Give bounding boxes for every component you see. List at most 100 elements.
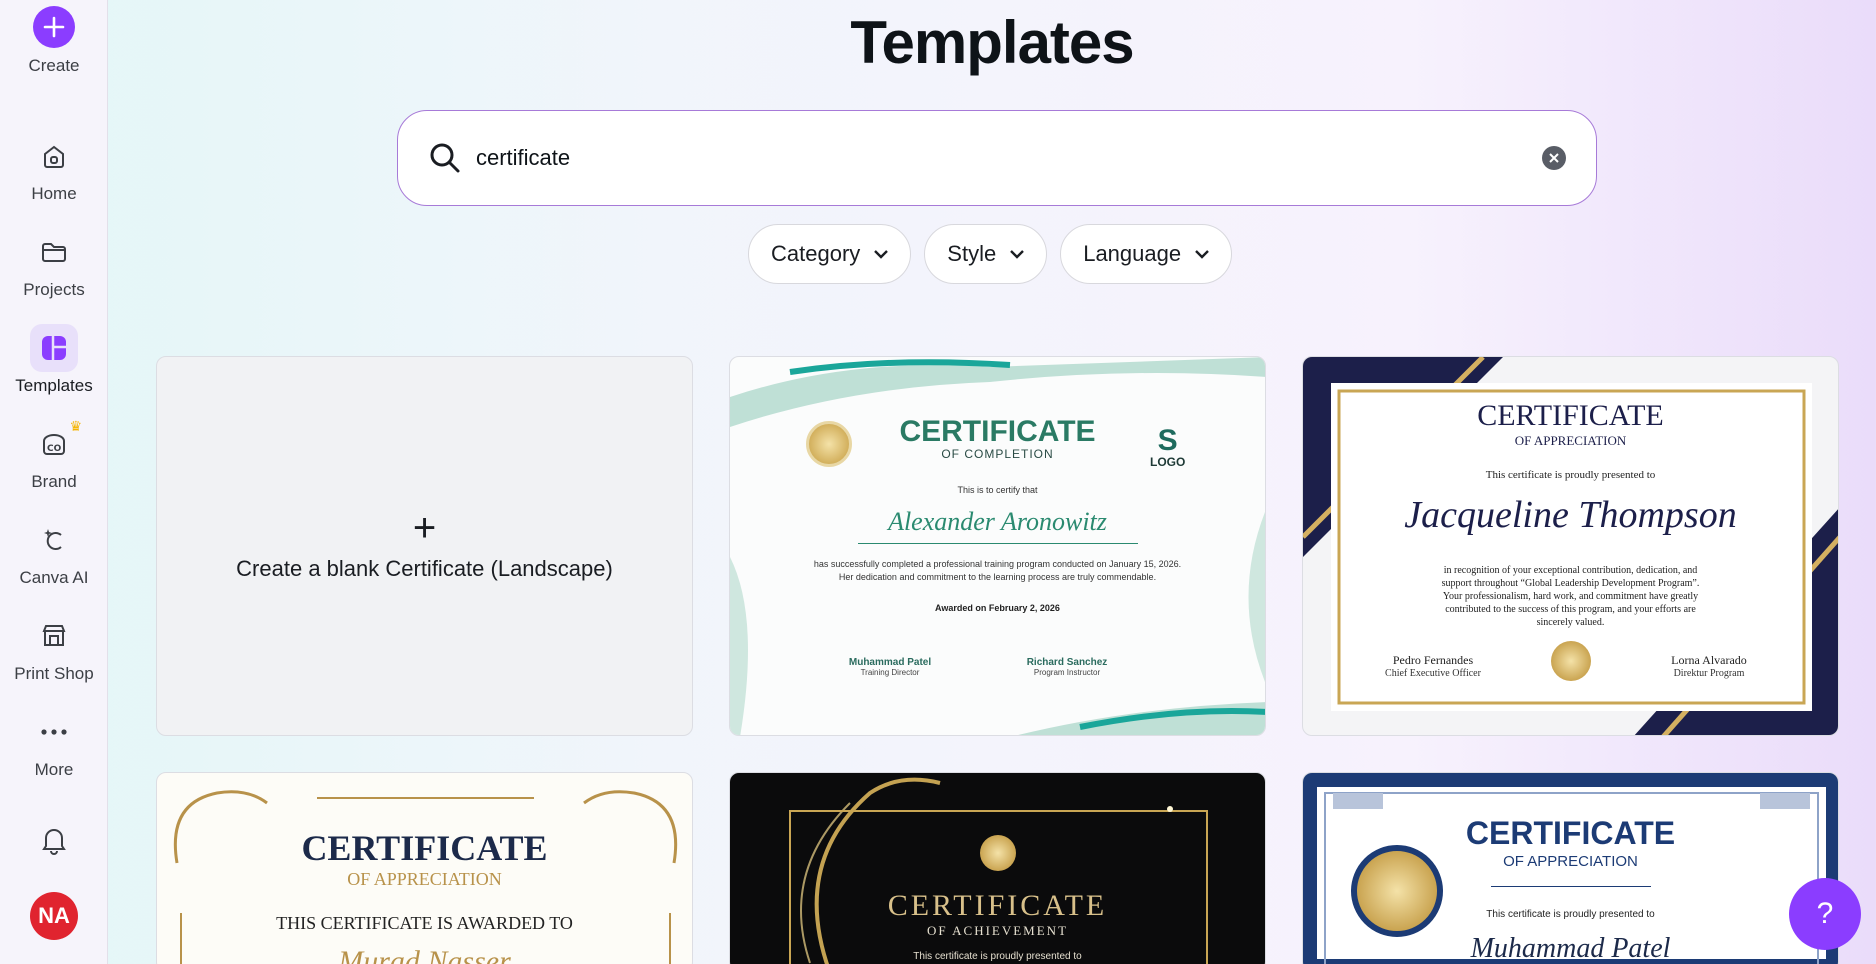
filter-language[interactable]: Language: [1060, 224, 1233, 284]
template-card[interactable]: CERTIFICATE OF APPRECIATION This certifi…: [1302, 772, 1839, 964]
filter-style[interactable]: Style: [924, 224, 1048, 284]
ornament-divider: [1491, 886, 1651, 887]
sidebar-item-label: Templates: [15, 376, 93, 395]
clear-search-button[interactable]: [1542, 146, 1566, 170]
recipient-name: Murad Nasser: [338, 945, 511, 964]
certificate-body-line-4: contributed to the success of this progr…: [1445, 604, 1696, 615]
template-card[interactable]: CERTIFICATE OF APPRECIATION THIS CERTIFI…: [156, 772, 693, 964]
certificate-subtitle: OF APPRECIATION: [347, 869, 502, 889]
logo-mark-icon: S: [1157, 424, 1178, 457]
signature-block-2: Richard Sanchez Program Instructor: [1007, 657, 1127, 677]
filter-label: Category: [771, 241, 861, 266]
certificate-body-line-5: sincerely valued.: [1536, 617, 1605, 628]
signature-name: Lorna Alvarado: [1671, 653, 1747, 667]
brand-icon: CO ♛: [30, 418, 82, 468]
sidebar-item-label: Brand: [31, 472, 77, 491]
awarded-date: Awarded on February 2, 2026: [935, 603, 1060, 613]
certificate-body-line-1: in recognition of your exceptional contr…: [1443, 565, 1698, 576]
filter-label: Language: [1083, 241, 1182, 266]
certificate-subtitle: OF ACHIEVEMENT: [926, 923, 1069, 938]
certificate-body-line-2: support throughout “Global Leadership De…: [1441, 578, 1700, 589]
filter-bar: Category Style Language: [748, 224, 1233, 284]
signature-block-1: Muhammad Patel Training Director: [830, 657, 950, 677]
create-button[interactable]: Create: [0, 6, 108, 76]
certificate-title: CERTIFICATE: [1465, 815, 1676, 851]
sidebar-item-label: Print Shop: [14, 664, 94, 683]
certificate-title: CERTIFICATE: [1477, 399, 1664, 432]
recipient-name: Alexander Aronowitz: [888, 507, 1107, 536]
home-icon: [30, 132, 78, 180]
certificate-intro: This is to certify that: [957, 485, 1038, 495]
certificate-title: CERTIFICATE: [887, 889, 1108, 922]
crown-icon: ♛: [69, 418, 82, 434]
medal-icon: [980, 835, 1016, 871]
sidebar-item-home[interactable]: Home: [0, 132, 108, 204]
signature-name: Muhammad Patel: [848, 657, 932, 668]
sidebar-item-more[interactable]: More: [0, 708, 108, 780]
folder-icon: [30, 228, 78, 276]
close-icon: [1549, 153, 1559, 163]
print-shop-icon: [30, 612, 78, 660]
chevron-down-icon: [1010, 249, 1025, 259]
decorative-waves: [730, 357, 1265, 735]
sidebar-item-label: Home: [31, 184, 77, 203]
templates-icon: [30, 324, 78, 372]
plus-icon: +: [412, 506, 437, 550]
signature-role: Chief Executive Officer: [1385, 668, 1481, 679]
canva-ai-icon: [30, 516, 78, 564]
search-input[interactable]: [476, 145, 1542, 171]
certificate-intro: This certificate is proudly presented to: [1486, 909, 1655, 920]
signature-role: Training Director: [860, 668, 920, 677]
sidebar-item-label: More: [34, 760, 74, 779]
certificate-subtitle: OF APPRECIATION: [1514, 433, 1627, 448]
name-underline: [858, 543, 1138, 544]
chevron-down-icon: [874, 249, 889, 259]
certificate-intro: This certificate is proudly presented to: [1485, 469, 1656, 481]
search-bar: [397, 110, 1597, 206]
signature-block-1: Pedro Fernandes Chief Executive Officer: [1363, 653, 1503, 679]
template-card[interactable]: CERTIFICATE OF COMPLETION S LOGO This is…: [729, 356, 1266, 736]
medal-icon: [1551, 641, 1591, 681]
plus-icon: [33, 6, 75, 48]
notifications-button[interactable]: [0, 816, 108, 864]
chevron-down-icon: [1195, 249, 1209, 259]
filter-label: Style: [947, 241, 997, 266]
page-title: Templates: [850, 9, 1134, 76]
recipient-name: Jacqueline Thompson: [1404, 494, 1737, 536]
signature-name: Pedro Fernandes: [1392, 653, 1474, 667]
template-card[interactable]: CERTIFICATE OF APPRECIATION This certifi…: [1302, 356, 1839, 736]
avatar[interactable]: NA: [30, 892, 78, 940]
sidebar-item-label: Projects: [23, 280, 85, 299]
sidebar-item-templates[interactable]: Templates: [0, 324, 108, 396]
signature-name: Richard Sanchez: [1026, 657, 1108, 668]
sidebar-item-brand[interactable]: CO ♛ Brand: [0, 418, 108, 492]
sidebar-item-label: Canva AI: [19, 568, 89, 587]
certificate-body-line-3: Your professionalism, hard work, and com…: [1442, 591, 1699, 602]
sidebar: Create Home Projects Templates CO ♛ Bran…: [0, 0, 108, 964]
sidebar-item-projects[interactable]: Projects: [0, 228, 108, 300]
sidebar-item-canva-ai[interactable]: Canva AI: [0, 516, 108, 588]
create-blank-label: Create a blank Certificate (Landscape): [236, 556, 613, 581]
signature-role: Direktur Program: [1673, 668, 1745, 679]
bell-icon: [30, 816, 78, 864]
logo: S LOGO: [1150, 424, 1186, 470]
certificate-intro: THIS CERTIFICATE IS AWARDED TO: [276, 913, 573, 933]
create-blank-card[interactable]: + Create a blank Certificate (Landscape): [156, 356, 693, 736]
search-icon: [428, 141, 462, 175]
certificate-subtitle: OF APPRECIATION: [1503, 853, 1638, 870]
sidebar-item-print-shop[interactable]: Print Shop: [0, 612, 108, 684]
recipient-name: Muhammad Patel: [1470, 933, 1671, 964]
more-icon: [30, 708, 78, 756]
signature-block-2: Lorna Alvarado Direktur Program: [1639, 653, 1779, 679]
logo-text: LOGO: [1150, 455, 1186, 469]
help-button[interactable]: ?: [1789, 878, 1861, 950]
template-card[interactable]: CERTIFICATE OF ACHIEVEMENT This certific…: [729, 772, 1266, 964]
certificate-intro: This certificate is proudly presented to: [913, 951, 1082, 962]
create-label: Create: [28, 56, 80, 75]
signature-role: Program Instructor: [1033, 668, 1101, 677]
svg-text:CO: CO: [47, 444, 62, 454]
filter-category[interactable]: Category: [748, 224, 912, 284]
certificate-title: CERTIFICATE: [301, 828, 548, 868]
certificate-body-line-2: Her dedication and commitment to the lea…: [838, 572, 1157, 582]
certificate-body-line-1: has successfully completed a professiona…: [813, 559, 1182, 569]
